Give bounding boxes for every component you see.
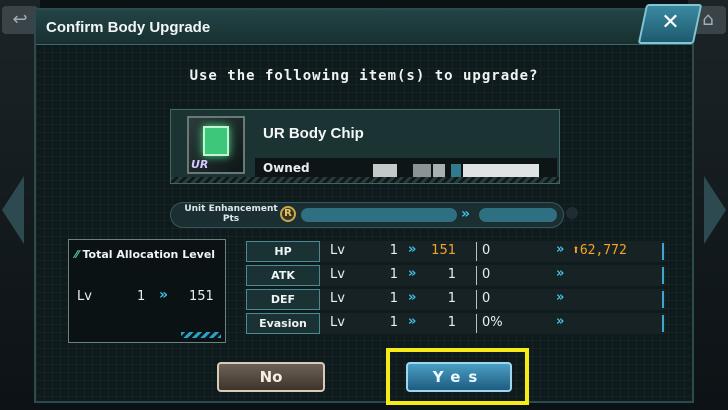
- stat-row-evasion: Evasion Lv 1 » 1 0% »: [246, 313, 666, 334]
- stat-current-level: 1: [389, 291, 398, 306]
- points-label: Unit Enhancement Pts: [184, 204, 278, 224]
- stat-value: 0: [482, 267, 491, 282]
- dialog-title: Confirm Body Upgrade: [46, 19, 211, 36]
- stat-value: 0: [482, 243, 491, 258]
- allocation-title: ⁄⁄ Total Allocation Level: [75, 248, 215, 261]
- stat-new-level: 1: [447, 291, 456, 306]
- points-current-redacted: [301, 208, 457, 222]
- stat-new-level: 151: [431, 243, 456, 258]
- owned-redacted: [433, 164, 445, 178]
- stat-row-hp: HP Lv 1 » 151 0 » ⬆62,772: [246, 241, 666, 262]
- points-new-redacted: [479, 208, 557, 222]
- stat-gain: ⬆62,772: [572, 243, 627, 258]
- stat-name: ATK: [246, 265, 320, 286]
- chip-shape: [203, 126, 229, 156]
- no-button[interactable]: No: [217, 362, 325, 392]
- value-arrow-icon: »: [556, 314, 565, 329]
- points-indicator-dot: [566, 207, 578, 219]
- stat-current-level: 1: [389, 267, 398, 282]
- owned-redacted: [451, 164, 461, 178]
- back-icon: ↩: [2, 6, 38, 34]
- row-end-marker: [662, 243, 664, 260]
- level-arrow-icon: »: [408, 266, 417, 281]
- allocation-new: 151: [189, 289, 214, 304]
- stat-row-def: DEF Lv 1 » 1 0 »: [246, 289, 666, 310]
- row-end-marker: [662, 267, 664, 284]
- level-arrow-icon: »: [408, 290, 417, 305]
- stat-current-level: 1: [389, 315, 398, 330]
- close-button[interactable]: ✕: [637, 4, 703, 44]
- stat-current-level: 1: [389, 243, 398, 258]
- row-end-marker: [662, 315, 664, 332]
- allocation-stripe: [181, 332, 221, 338]
- body-chip-icon: UR: [187, 116, 245, 174]
- stat-lv-label: Lv: [330, 267, 345, 282]
- level-arrow-icon: »: [408, 242, 417, 257]
- owned-redacted: [413, 164, 431, 178]
- stat-new-level: 1: [447, 315, 456, 330]
- item-card-stripe: [171, 177, 559, 183]
- yes-button-highlight: [386, 348, 529, 405]
- enhancement-points-row: Unit Enhancement Pts R »: [170, 202, 564, 228]
- points-coin-icon: R: [280, 206, 296, 222]
- row-end-marker: [662, 291, 664, 308]
- allocation-arrow-icon: »: [159, 287, 169, 303]
- item-card: UR UR Body Chip Owned: [170, 109, 560, 184]
- stat-lv-label: Lv: [330, 291, 345, 306]
- stat-name: Evasion: [246, 313, 320, 334]
- stat-row-atk: ATK Lv 1 » 1 0 »: [246, 265, 666, 286]
- level-arrow-icon: »: [408, 314, 417, 329]
- next-page-arrow-icon: [704, 176, 726, 244]
- stat-value: 0%: [482, 315, 503, 330]
- total-allocation-panel: ⁄⁄ Total Allocation Level Lv 1 » 151: [68, 239, 226, 343]
- stat-new-level: 1: [447, 267, 456, 282]
- stat-name: HP: [246, 241, 320, 262]
- confirm-upgrade-dialog: Confirm Body Upgrade ✕ Use the following…: [34, 4, 703, 405]
- stat-value: 0: [482, 291, 491, 306]
- owned-redacted: [373, 164, 397, 178]
- allocation-title-text: Total Allocation Level: [82, 248, 216, 261]
- owned-label: Owned: [263, 161, 310, 175]
- item-name: UR Body Chip: [263, 125, 364, 142]
- stat-lv-label: Lv: [330, 315, 345, 330]
- slash-icon: ⁄⁄: [75, 248, 83, 261]
- rarity-badge: UR: [191, 158, 209, 171]
- owned-redacted: [463, 164, 539, 178]
- dialog-titlebar: Confirm Body Upgrade: [36, 10, 692, 45]
- stat-name: DEF: [246, 289, 320, 310]
- value-arrow-icon: »: [556, 242, 565, 257]
- close-icon: ✕: [660, 10, 680, 35]
- allocation-lv-label: Lv: [77, 289, 92, 304]
- prev-page-arrow-icon: [2, 176, 24, 244]
- value-arrow-icon: »: [556, 290, 565, 305]
- stat-lv-label: Lv: [330, 243, 345, 258]
- value-arrow-icon: »: [556, 266, 565, 281]
- upgrade-prompt: Use the following item(s) to upgrade?: [189, 68, 539, 84]
- points-arrow-icon: »: [461, 206, 471, 222]
- allocation-current: 1: [137, 289, 146, 304]
